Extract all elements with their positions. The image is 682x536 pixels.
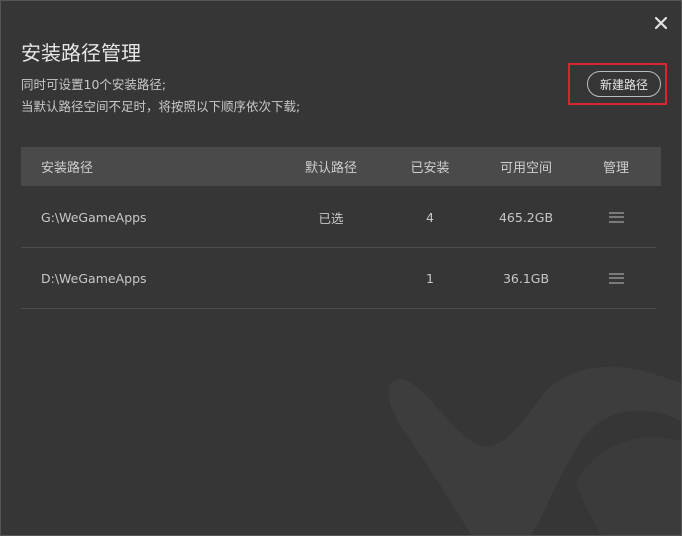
available-space-cell: 465.2GB — [498, 209, 554, 225]
description-line-2: 当默认路径空间不足时，将按照以下顺序依次下载; — [21, 99, 301, 114]
new-path-button[interactable]: 新建路径 — [587, 71, 661, 97]
header-available-space: 可用空间 — [499, 161, 552, 176]
available-space-cell: 36.1GB — [502, 270, 550, 286]
installed-count-cell: 4 — [426, 209, 434, 225]
installed-count-cell: 1 — [426, 270, 434, 286]
table-header: 安装路径 默认路径 已安装 可用空间 管理 — [21, 147, 661, 186]
header-install-path: 安装路径 — [41, 161, 94, 176]
path-cell: D:\WeGameApps — [41, 270, 147, 286]
manage-cell — [591, 248, 641, 308]
install-path-dialog: 安装路径管理 同时可设置10个安装路径; 当默认路径空间不足时，将按照以下顺序依… — [0, 0, 682, 536]
manage-cell — [591, 187, 641, 247]
description-line-1: 同时可设置10个安装路径; — [21, 77, 167, 92]
default-cell — [301, 248, 361, 308]
close-button[interactable] — [650, 12, 672, 34]
menu-icon[interactable] — [608, 211, 624, 223]
table-row[interactable]: D:\WeGameApps 1 36.1GB — [21, 248, 656, 309]
table-row[interactable]: G:\WeGameApps 已选 4 465.2GB — [21, 187, 656, 248]
header-installed: 已安装 — [410, 161, 450, 176]
dialog-title: 安装路径管理 — [21, 41, 141, 65]
close-icon — [655, 17, 667, 29]
header-default-path: 默认路径 — [304, 161, 357, 176]
default-cell: 已选 — [318, 210, 344, 226]
header-manage: 管理 — [602, 161, 629, 176]
path-cell: G:\WeGameApps — [41, 209, 147, 225]
menu-icon[interactable] — [608, 272, 624, 284]
